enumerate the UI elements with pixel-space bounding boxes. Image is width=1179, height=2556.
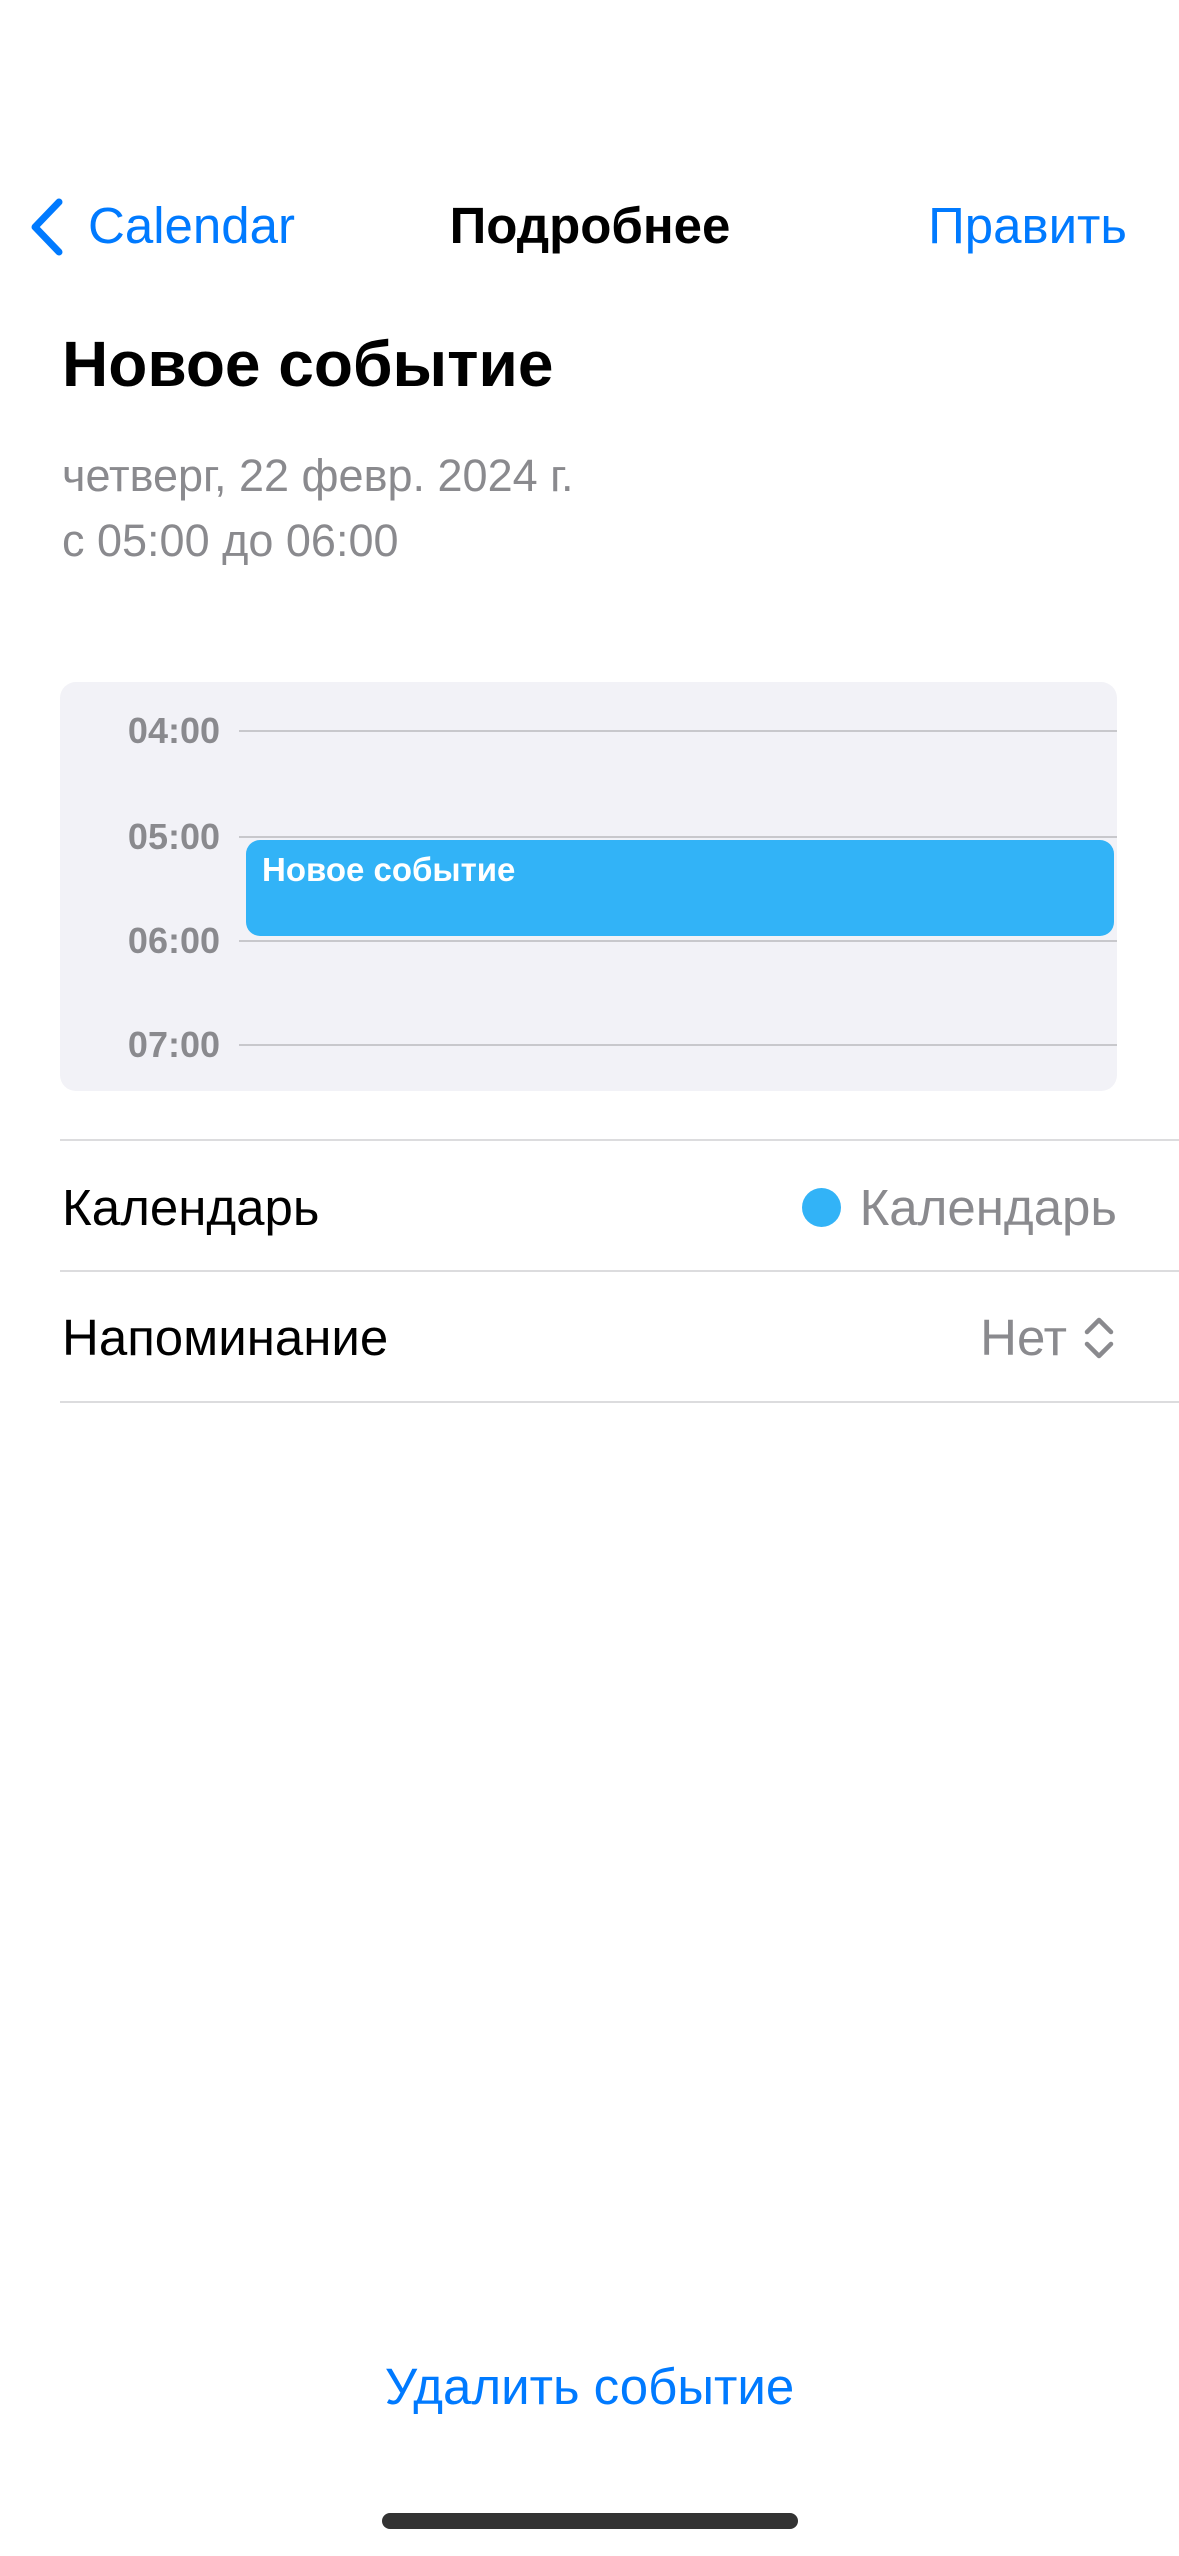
timeline-hour-line (239, 940, 1117, 942)
calendar-row-value: Календарь (859, 1179, 1117, 1236)
row-divider (60, 1401, 1179, 1403)
day-timeline-preview: 04:00 05:00 06:00 07:00 Новое событие (60, 682, 1117, 1091)
alert-row-value[interactable]: Нет (980, 1308, 1067, 1368)
calendar-row-label: Календарь (62, 1179, 320, 1236)
alert-row[interactable]: Напоминание Нет (0, 1272, 1179, 1402)
edit-button[interactable]: Править (928, 196, 1127, 256)
alert-row-label: Напоминание (62, 1309, 389, 1366)
event-time-range: с 05:00 до 06:00 (62, 515, 399, 566)
timeline-hour-line (239, 1044, 1117, 1046)
chevron-left-icon (31, 198, 63, 256)
delete-event-container: Удалить событие (0, 2357, 1179, 2417)
back-button[interactable]: Calendar (20, 196, 295, 256)
calendar-row: Календарь Календарь (0, 1141, 1179, 1271)
back-button-label: Calendar (88, 197, 295, 254)
timeline-event-block: Новое событие (246, 840, 1114, 936)
timeline-hour-label: 06:00 (127, 920, 220, 961)
timeline-hour-line (239, 730, 1117, 732)
event-date: четверг, 22 февр. 2024 г. (62, 450, 574, 501)
up-down-chevron-icon[interactable] (1082, 1315, 1116, 1361)
home-indicator[interactable] (382, 2513, 798, 2529)
event-details-screen: Calendar Подробнее Править Новое событие… (0, 0, 1179, 2556)
event-date-time: четверг, 22 февр. 2024 г. с 05:00 до 06:… (62, 443, 574, 573)
event-title: Новое событие (62, 328, 554, 400)
timeline-hour-label: 07:00 (127, 1024, 220, 1065)
delete-event-button[interactable]: Удалить событие (385, 2358, 794, 2415)
timeline-hour-label: 04:00 (127, 710, 220, 751)
timeline-event-label: Новое событие (262, 851, 516, 888)
calendar-color-dot-icon (802, 1188, 841, 1227)
nav-title: Подробнее (449, 197, 731, 254)
timeline-hour-line (239, 836, 1117, 838)
timeline-hour-label: 05:00 (127, 816, 220, 857)
